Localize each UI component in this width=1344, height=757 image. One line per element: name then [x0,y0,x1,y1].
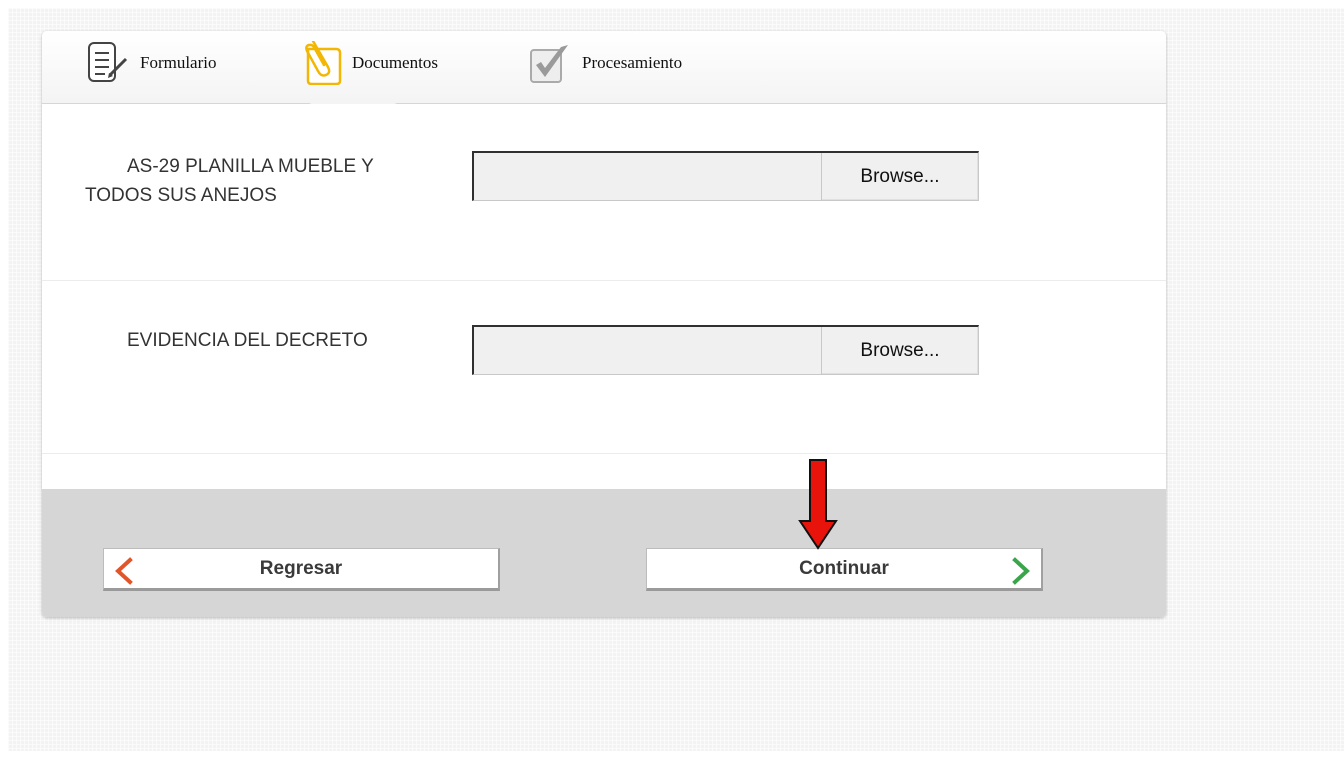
continue-button[interactable]: Continuar [646,548,1043,591]
document-row: AS-29 PLANILLA MUEBLE Y TODOS SUS ANEJOS… [42,104,1166,281]
navigation-footer: Regresar Continuar [42,489,1166,617]
checkmark-box-icon [530,45,568,83]
paperclip-document-icon [305,41,342,85]
tab-procesamiento-label: Procesamiento [582,53,683,72]
document-upload-panel: Formulario Documentos Procesamiento AS-2… [42,31,1166,617]
file-input[interactable]: Browse... [472,151,979,201]
tab-formulario-label: Formulario [140,53,217,72]
chevron-left-icon [115,557,133,585]
tab-procesamiento[interactable]: Procesamiento [528,41,682,85]
document-label: EVIDENCIA DEL DECRETO [127,330,368,351]
back-button[interactable]: Regresar [103,548,500,591]
form-pencil-icon [88,42,128,82]
document-label: AS-29 PLANILLA MUEBLE Y TODOS SUS ANEJOS [85,156,374,206]
chevron-right-icon [1012,557,1030,585]
tab-formulario[interactable]: Formulario [86,41,217,85]
tab-documentos-label: Documentos [352,53,438,72]
continue-button-label: Continuar [799,557,889,579]
browse-button[interactable]: Browse... [821,153,978,200]
step-tabs: Formulario Documentos Procesamiento [42,31,1166,104]
tab-documentos[interactable]: Documentos [298,41,438,85]
browse-button[interactable]: Browse... [821,327,978,374]
document-row: EVIDENCIA DEL DECRETO Browse... [42,281,1166,454]
file-input[interactable]: Browse... [472,325,979,375]
back-button-label: Regresar [259,557,343,579]
red-down-arrow [798,459,838,550]
content-spacer [42,454,1166,489]
